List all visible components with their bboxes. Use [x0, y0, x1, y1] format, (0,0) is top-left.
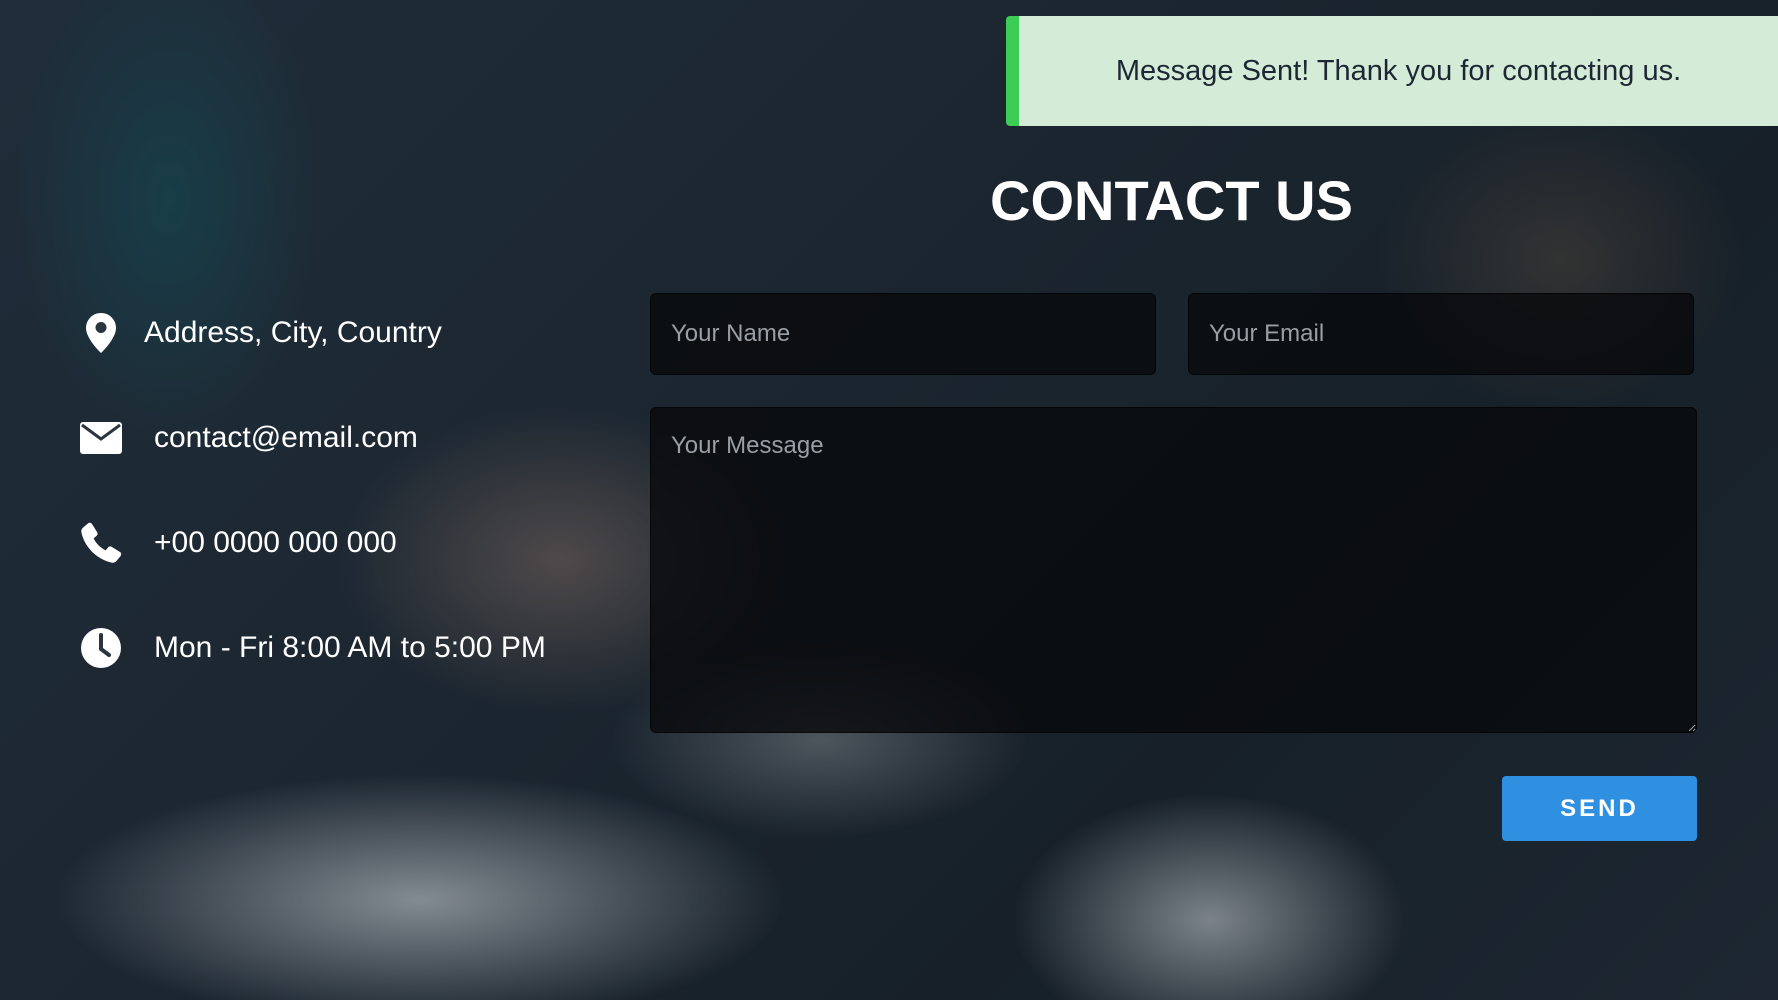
notification-message: Message Sent! Thank you for contacting u… [1115, 54, 1682, 87]
phone-icon [78, 520, 124, 566]
name-input[interactable] [650, 293, 1156, 375]
clock-icon [78, 625, 124, 671]
map-pin-icon [78, 310, 124, 356]
send-button[interactable]: SEND [1502, 776, 1697, 841]
phone-text: +00 0000 000 000 [154, 526, 397, 559]
message-textarea[interactable] [650, 407, 1697, 733]
contact-page: Message Sent! Thank you for contacting u… [0, 0, 1778, 1000]
contact-info-address: Address, City, Country [78, 310, 442, 356]
envelope-icon [78, 415, 124, 461]
email-text: contact@email.com [154, 421, 418, 454]
address-text: Address, City, Country [144, 316, 442, 349]
email-input[interactable] [1188, 293, 1694, 375]
contact-info-hours: Mon - Fri 8:00 AM to 5:00 PM [78, 625, 546, 671]
hours-text: Mon - Fri 8:00 AM to 5:00 PM [154, 631, 546, 664]
page-title: CONTACT US [990, 169, 1353, 232]
contact-info-email: contact@email.com [78, 415, 418, 461]
success-notification: Message Sent! Thank you for contacting u… [1006, 16, 1778, 126]
contact-info-phone: +00 0000 000 000 [78, 520, 397, 566]
